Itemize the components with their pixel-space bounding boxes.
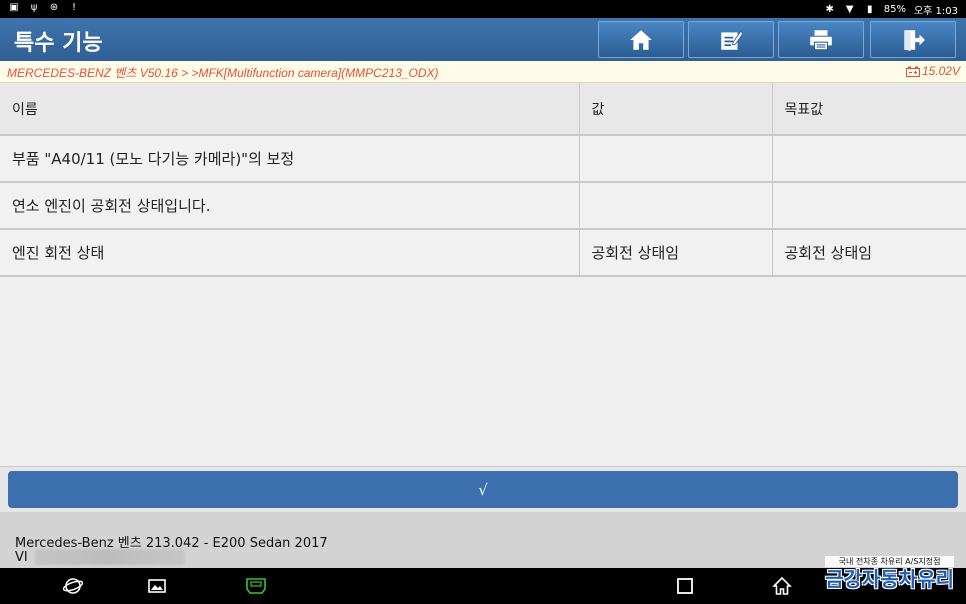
table-cell-target: 공회전 상태임 [772,229,966,277]
home-icon [630,29,652,50]
data-table: 이름 값 목표값 부품 "A40/11 (모노 다기능 카메라)"의 보정 연소… [0,83,966,277]
table-header-row: 이름 값 목표값 [0,83,966,136]
watermark: 국내 전차종 차유리 A/S지정점 금강자동차유리 [825,556,954,591]
column-header-target: 목표값 [772,83,966,136]
table-cell-name: 연소 엔진이 공회전 상태입니다. [0,182,580,230]
navigation-bar [0,568,966,604]
vci-connector-icon[interactable] [242,576,270,596]
battery-voltage-icon [905,66,920,77]
vehicle-vin: VI [15,550,28,565]
table-cell-name: 부품 "A40/11 (모노 다기능 카메라)"의 보정 [0,135,580,183]
info-icon: ! [71,2,76,13]
voltage-value: 15.02V [921,64,960,78]
wifi-icon: ▼ [845,3,854,15]
table-row: 연소 엔진이 공회전 상태입니다. [0,182,966,230]
status-left-icons: ▣ ψ ⊛ ! [8,2,80,14]
table-cell-value [579,182,773,230]
table-row: 엔진 회전 상태 공회전 상태임 공회전 상태임 [0,229,966,277]
recent-apps-icon[interactable] [675,576,695,596]
watermark-subtitle: 국내 전차종 차유리 A/S지정점 [825,556,954,567]
table-cell-target [772,135,966,183]
breadcrumb: MERCEDES-BENZ 벤츠 V50.16 > >MFK[Multifunc… [0,61,966,83]
breadcrumb-path: MERCEDES-BENZ 벤츠 V50.16 > >MFK[Multifunc… [7,66,439,80]
edit-icon [721,30,744,50]
status-right-icons: ✱ ▼ ▮ 85% 오후 1:03 [824,2,958,18]
usb-icon: ψ [30,2,38,13]
image-notification-icon: ▣ [9,2,19,13]
title-bar: 특수 기능 [0,18,966,61]
confirm-bar: √ [0,467,966,512]
exit-icon [904,29,925,51]
debug-icon: ⊛ [49,2,59,13]
nav-home-icon[interactable] [772,576,792,596]
voltage-indicator: 15.02V [905,64,960,78]
clock: 오후 1:03 [913,6,958,17]
data-table-area: 이름 값 목표값 부품 "A40/11 (모노 다기능 카메라)"의 보정 연소… [0,83,966,467]
print-icon [810,29,832,50]
column-header-value: 값 [579,83,773,136]
table-cell-value [579,135,773,183]
browser-icon[interactable] [63,576,83,596]
status-bar: ▣ ψ ⊛ ! ✱ ▼ ▮ 85% 오후 1:03 [0,0,966,18]
table-cell-name: 엔진 회전 상태 [0,229,580,277]
table-cell-value: 공회전 상태임 [579,229,773,277]
battery-percent: 85% [883,4,906,15]
page-title: 특수 기능 [14,31,103,56]
table-row: 부품 "A40/11 (모노 다기능 카메라)"의 보정 [0,135,966,183]
table-cell-target [772,182,966,230]
confirm-button[interactable]: √ [8,471,958,508]
gallery-icon[interactable] [147,576,167,596]
vehicle-info-panel: Mercedes-Benz 벤츠 213.042 - E200 Sedan 20… [0,512,966,568]
home-button[interactable] [598,21,684,58]
edit-button[interactable] [688,21,774,58]
column-header-name: 이름 [0,83,580,136]
battery-icon: ▮ [866,3,873,15]
watermark-brand: 금강자동차유리 [825,567,954,591]
vin-redaction [35,549,185,565]
print-button[interactable] [778,21,864,58]
exit-button[interactable] [870,21,956,58]
bluetooth-icon: ✱ [825,3,834,15]
